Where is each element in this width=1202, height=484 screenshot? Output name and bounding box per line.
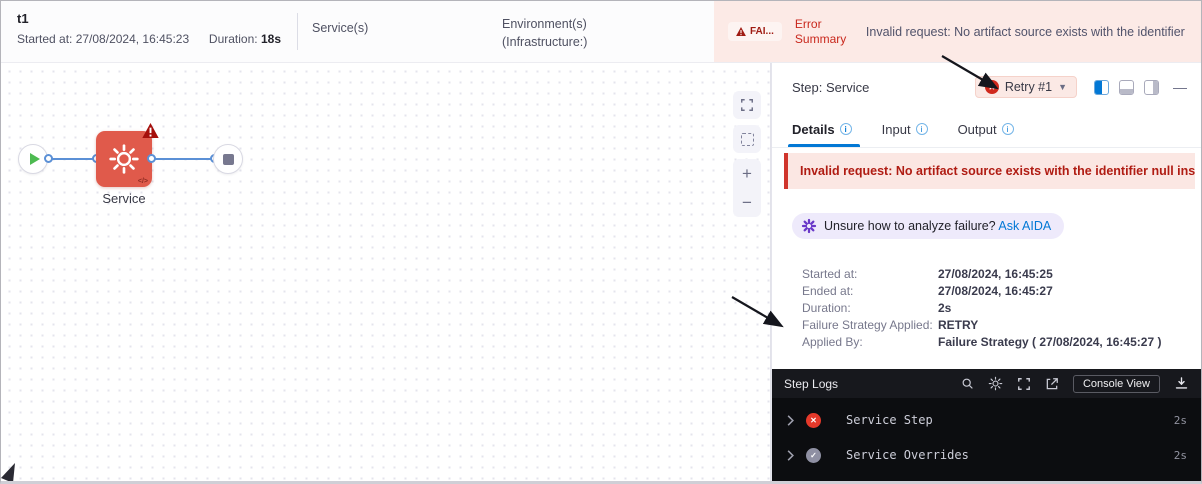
edge-start-to-service — [48, 158, 98, 160]
execution-meta: t1 Started at: 27/08/2024, 16:45:23 Dura… — [1, 1, 297, 62]
tab-input[interactable]: Input i — [882, 111, 928, 147]
zoom-out-button[interactable]: − — [742, 194, 752, 211]
download-logs-button[interactable] — [1174, 376, 1189, 391]
connector-dot — [147, 154, 156, 163]
environments-label: Environment(s) — [502, 17, 587, 31]
failed-status-badge[interactable]: FAI... — [728, 22, 782, 41]
pipeline-name: t1 — [17, 11, 29, 26]
chevron-down-icon: ▼ — [1058, 82, 1067, 92]
info-icon: i — [1001, 123, 1014, 135]
minimize-panel-button[interactable]: — — [1173, 79, 1187, 95]
tab-output[interactable]: Output i — [958, 111, 1014, 147]
tab-details[interactable]: Details i — [788, 111, 860, 147]
step-tabs: Details i Input i Output i — [772, 111, 1201, 148]
pipeline-execution-window: t1 Started at: 27/08/2024, 16:45:23 Dura… — [0, 0, 1202, 484]
ask-aida-link[interactable]: Ask AIDA — [998, 219, 1051, 233]
infrastructure-label: (Infrastructure:) — [502, 35, 588, 50]
layout-left-button[interactable] — [1094, 79, 1109, 95]
step-panel-header: Step: Service ✕ Retry #1 ▼ — — [772, 63, 1201, 111]
log-row-service-step[interactable]: ✕ Service Step 2s — [772, 407, 1201, 433]
failed-badge-label: FAI... — [750, 26, 774, 37]
layout-right-button[interactable] — [1144, 79, 1159, 95]
console-view-button[interactable]: Console View — [1072, 374, 1160, 393]
marquee-icon — [740, 132, 754, 146]
info-icon: i — [839, 123, 852, 135]
play-icon — [29, 153, 40, 165]
retry-selector[interactable]: ✕ Retry #1 ▼ — [974, 76, 1077, 98]
step-detail-list: Started at: 27/08/2024, 16:45:25 Ended a… — [802, 266, 1201, 351]
success-circle-icon: ✓ — [806, 447, 821, 463]
duration-text: Duration: 18s — [208, 32, 281, 46]
step-title: Step: Service — [792, 79, 870, 95]
external-link-icon — [1046, 377, 1058, 389]
open-logs-new-tab-button[interactable] — [1045, 377, 1059, 391]
pipeline-canvas[interactable]: </> Service + − — [1, 63, 771, 481]
log-section-duration: 2s — [1173, 413, 1187, 427]
services-column: Service(s) — [312, 21, 369, 35]
search-icon — [962, 378, 973, 389]
error-summary-strip: FAI... Error Summary Invalid request: No… — [714, 1, 1201, 62]
detail-row-failure-strategy: Failure Strategy Applied: RETRY — [802, 318, 979, 332]
log-row-service-overrides[interactable]: ✓ Service Overrides 2s — [772, 442, 1201, 468]
gear-icon — [988, 376, 1003, 391]
zoom-in-button[interactable]: + — [742, 165, 752, 182]
detail-row-started-at: Started at: 27/08/2024, 16:45:25 — [802, 267, 1053, 281]
detail-row-applied-by: Applied By: Failure Strategy ( 27/08/202… — [802, 335, 1162, 349]
log-section-duration: 2s — [1173, 448, 1187, 462]
code-glyph: </> — [137, 178, 148, 185]
log-section-name: Service Overrides — [846, 448, 969, 462]
chevron-right-icon[interactable] — [786, 414, 795, 426]
aida-prompt: Unsure how to analyze failure? Ask AIDA — [824, 219, 1052, 233]
detail-row-duration: Duration: 2s — [802, 301, 952, 315]
step-logs-console: Step Logs Console View ✕ Service Step 2s… — [772, 369, 1201, 481]
service-node-label: Service — [102, 191, 146, 206]
execution-header: t1 Started at: 27/08/2024, 16:45:23 Dura… — [1, 1, 1201, 63]
step-logs-title: Step Logs — [784, 376, 839, 391]
select-region-button[interactable] — [733, 125, 761, 153]
zoom-controls: + − — [733, 159, 761, 217]
download-icon — [1175, 377, 1188, 389]
fullscreen-icon — [1017, 377, 1030, 390]
aida-suggestion-chip[interactable]: Unsure how to analyze failure? Ask AIDA — [792, 213, 1065, 239]
failed-circle-icon: ✕ — [984, 80, 999, 94]
log-section-name: Service Step — [846, 413, 933, 427]
chevron-right-icon[interactable] — [786, 449, 795, 461]
detail-row-ended-at: Ended at: 27/08/2024, 16:45:27 — [802, 284, 1053, 298]
retry-label: Retry #1 — [1004, 80, 1053, 94]
error-summary-message: Invalid request: No artifact source exis… — [865, 24, 1187, 39]
log-settings-button[interactable] — [988, 376, 1003, 391]
end-node[interactable] — [213, 144, 243, 174]
step-error-banner: Invalid request: No artifact source exis… — [784, 153, 1195, 189]
layout-bottom-button[interactable] — [1119, 79, 1134, 95]
service-step-node[interactable]: </> — [96, 123, 159, 187]
step-logs-header: Step Logs Console View — [772, 369, 1201, 398]
environments-column: Environment(s) (Infrastructure:) — [502, 1, 714, 62]
failed-circle-icon: ✕ — [806, 412, 821, 428]
gear-icon — [109, 144, 139, 174]
warning-triangle-icon — [736, 27, 746, 36]
expand-logs-button[interactable] — [1017, 377, 1031, 391]
search-logs-button[interactable] — [961, 377, 974, 390]
started-at-text: Started at: 27/08/2024, 16:45:23 — [17, 32, 190, 46]
aida-icon — [801, 218, 817, 234]
step-details-panel: Step: Service ✕ Retry #1 ▼ — Details i I… — [771, 63, 1201, 481]
fit-to-screen-button[interactable] — [733, 91, 761, 119]
panel-layout-switcher: — — [1094, 79, 1187, 95]
failure-warning-badge — [142, 123, 159, 143]
stop-icon — [222, 153, 234, 165]
fullscreen-icon — [741, 99, 753, 111]
connector-dot — [44, 154, 53, 163]
info-icon: i — [915, 123, 928, 135]
error-summary-label: Error Summary — [794, 16, 847, 46]
edge-service-to-end — [151, 158, 214, 160]
